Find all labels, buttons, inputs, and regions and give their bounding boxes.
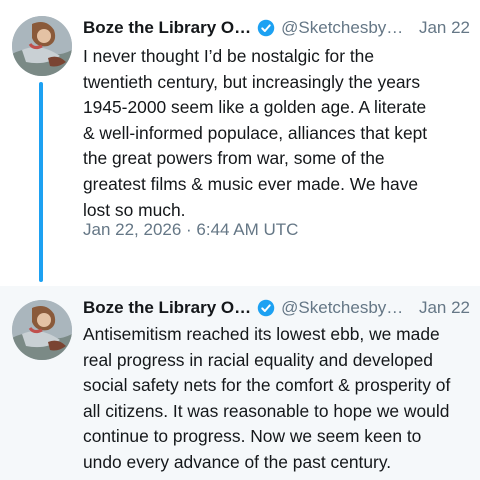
avatar-painting-icon — [12, 300, 72, 360]
tweet-main[interactable]: Boze the Library O… @Sketchesby… Jan 22 … — [0, 0, 480, 286]
author-handle[interactable]: @Sketchesby… — [281, 16, 403, 40]
tweet-text: Antisemitism reached its lowest ebb, we … — [83, 324, 451, 472]
tweet-text: I never thought I’d be nostalgic for the… — [83, 46, 428, 220]
tweet-date[interactable]: Jan 22 — [419, 16, 470, 40]
author-display-name[interactable]: Boze the Library O… — [83, 16, 251, 40]
tweet-thread: Boze the Library O… @Sketchesby… Jan 22 … — [0, 0, 480, 480]
verified-badge-icon — [257, 299, 275, 317]
author-handle[interactable]: @Sketchesby… — [281, 296, 403, 320]
avatar-painting-icon — [12, 16, 72, 76]
tweet-date[interactable]: Jan 22 — [419, 296, 470, 320]
tweet-timestamp[interactable]: Jan 22, 2026 · 6:44 AM UTC — [83, 218, 298, 242]
thread-connector-line — [39, 82, 43, 282]
tweet-header: Boze the Library O… @Sketchesby… Jan 22 — [83, 296, 470, 320]
verified-badge-icon — [257, 19, 275, 37]
tweet-reply[interactable]: Boze the Library O… @Sketchesby… Jan 22 … — [0, 286, 480, 480]
tweet-header: Boze the Library O… @Sketchesby… Jan 22 — [83, 16, 470, 40]
author-display-name[interactable]: Boze the Library O… — [83, 296, 251, 320]
avatar[interactable] — [12, 16, 72, 76]
avatar[interactable] — [12, 300, 72, 360]
